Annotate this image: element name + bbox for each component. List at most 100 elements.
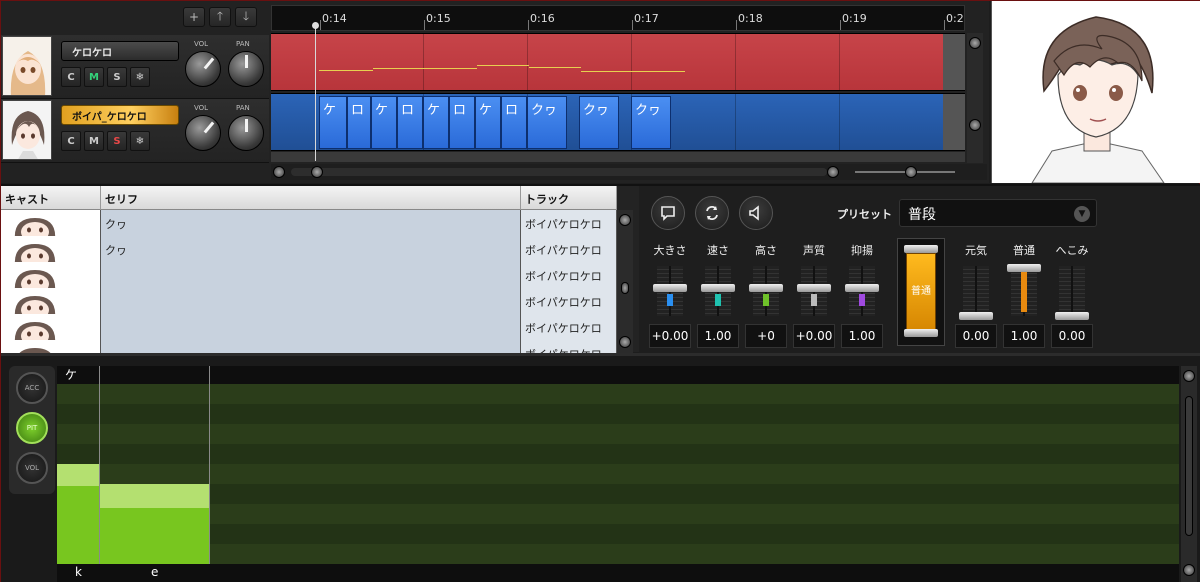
track-c-button[interactable]: C [61,67,81,87]
param-value[interactable]: 1.00 [1003,324,1045,348]
serif-cell[interactable] [101,314,521,340]
slider-handle[interactable] [845,284,879,292]
track-cell[interactable]: ボイパケロケロ [521,314,617,340]
column-header-cast[interactable]: キャスト [1,186,101,210]
scroll-down-icon[interactable] [969,119,981,131]
note-block[interactable]: ロ [347,96,371,149]
column-header-serif[interactable]: セリフ [101,186,521,210]
scroll-thumb[interactable] [1185,396,1193,536]
track-name[interactable]: ケロケロ [61,41,179,61]
scroll-up-icon[interactable] [619,214,631,226]
param-value[interactable]: +0.00 [649,324,691,348]
track-lane-1[interactable] [271,33,965,91]
param-value[interactable]: 0.00 [955,324,997,348]
repeat-icon[interactable] [695,196,729,230]
pan-knob[interactable] [228,51,264,87]
acc-button[interactable]: ACC [16,372,48,404]
speech-bubble-icon[interactable] [651,196,685,230]
scroll-up-icon[interactable] [969,37,981,49]
note-block[interactable]: クヮ [527,96,567,149]
slider-handle[interactable] [1055,312,1089,320]
track-lane-2[interactable]: ケ ロ ケ ロ ケ ロ ケ ロ クヮ クヮ クヮ [271,93,965,151]
param-value[interactable]: +0 [745,324,787,348]
mute-button[interactable]: M [84,131,104,151]
solo-button[interactable]: S [107,131,127,151]
playhead-handle[interactable] [312,22,319,29]
phoneme-boundary[interactable] [99,366,100,564]
graph-plot[interactable] [57,384,1179,564]
vol-button[interactable]: VOL [16,452,48,484]
table-scrollbar[interactable] [617,210,633,354]
track-c-button[interactable]: C [61,131,81,151]
solo-button[interactable]: S [107,67,127,87]
note-block[interactable]: クヮ [579,96,619,149]
scroll-thumb[interactable] [621,282,629,294]
note-block[interactable]: ロ [397,96,423,149]
slider-handle[interactable] [904,245,938,253]
slider-rail[interactable] [1059,266,1085,316]
graph-vertical-scrollbar[interactable] [1181,366,1197,582]
slider-handle[interactable] [749,284,783,292]
pan-knob[interactable] [228,115,264,151]
note-block[interactable]: ケ [371,96,397,149]
track-cell[interactable]: ボイパケロケロ [521,288,617,314]
param-value[interactable]: 0.00 [1051,324,1093,348]
zoom-handle[interactable] [905,166,917,178]
column-header-track[interactable]: トラック [521,186,617,210]
track-name[interactable]: ボイパ_ケロケロ [61,105,179,125]
scroll-up-icon[interactable] [1183,370,1195,382]
volume-knob[interactable] [185,115,221,151]
snowflake-icon[interactable]: ❄ [130,131,150,151]
slider-handle[interactable] [653,284,687,292]
add-track-button[interactable]: + [183,7,205,27]
slider-handle[interactable] [904,329,938,337]
note-block[interactable]: ロ [449,96,475,149]
note-block[interactable]: ロ [501,96,527,149]
move-track-down-button[interactable]: 🡓 [235,7,257,27]
chevron-down-icon[interactable]: ▼ [1074,206,1090,222]
table-row[interactable]: クヮ ボイパケロケロ [1,236,617,262]
playhead-line[interactable] [315,23,316,161]
table-row[interactable]: ボイパケロケロ [1,340,617,354]
note-block[interactable]: ケ [475,96,501,149]
track-cell[interactable]: ボイパケロケロ [521,236,617,262]
param-value[interactable]: 1.00 [841,324,883,348]
note-block[interactable]: ケ [423,96,449,149]
serif-cell[interactable]: クヮ [101,236,521,262]
move-track-up-button[interactable]: 🡑 [209,7,231,27]
slider-handle[interactable] [797,284,831,292]
timeline-ruler[interactable]: 0:14 0:15 0:16 0:17 0:18 0:19 0:2 [271,5,965,31]
timeline-horizontal-scrollbar[interactable] [271,164,987,180]
slider-handle[interactable] [701,284,735,292]
note-block[interactable]: クヮ [631,96,671,149]
track-cell[interactable]: ボイパケロケロ [521,262,617,288]
track-cell[interactable]: ボイパケロケロ [521,340,617,354]
slider-handle[interactable] [959,312,993,320]
serif-cell[interactable] [101,340,521,354]
param-value[interactable]: 1.00 [697,324,739,348]
scroll-down-icon[interactable] [1183,564,1195,576]
volume-knob[interactable] [185,51,221,87]
serif-cell[interactable] [101,288,521,314]
serif-cell[interactable] [101,262,521,288]
snowflake-icon[interactable]: ❄ [130,67,150,87]
table-row[interactable]: ボイパケロケロ [1,262,617,288]
pitch-graph[interactable]: ケ k e [57,366,1179,582]
scroll-left-icon[interactable] [273,166,285,178]
scroll-track[interactable] [291,168,827,176]
track-vertical-scrollbar[interactable] [967,33,983,163]
param-value[interactable]: +0.00 [793,324,835,348]
table-row[interactable]: ボイパケロケロ [1,314,617,340]
slider-handle[interactable] [1007,264,1041,272]
emotion-master-slider[interactable]: 普通 [897,238,945,346]
table-row[interactable]: クヮ ボイパケロケロ [1,210,617,236]
scroll-thumb[interactable] [311,166,323,178]
track-cell[interactable]: ボイパケロケロ [521,210,617,236]
preset-dropdown[interactable]: 普段 ▼ [899,199,1097,227]
serif-cell[interactable]: クヮ [101,210,521,236]
speaker-icon[interactable] [739,196,773,230]
slider-rail[interactable] [963,266,989,316]
table-row[interactable]: ボイパケロケロ [1,288,617,314]
pit-button[interactable]: PIT [16,412,48,444]
scroll-right-icon[interactable] [827,166,839,178]
